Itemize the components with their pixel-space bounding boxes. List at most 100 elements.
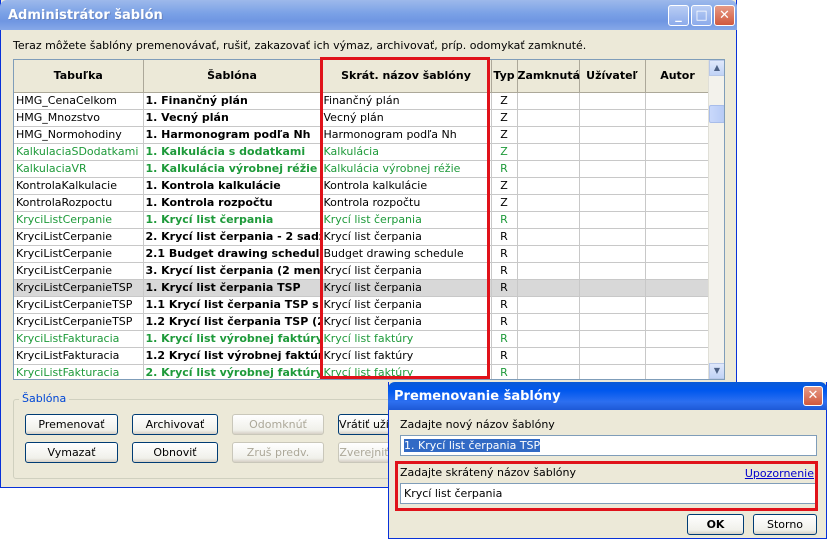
cell-short-name[interactable]: Kalkulácia bbox=[321, 143, 492, 161]
cell-autor[interactable] bbox=[645, 109, 711, 127]
scroll-thumb[interactable] bbox=[709, 105, 724, 123]
table-row[interactable]: KryciListCerpanie 2.1 Budget drawing sche… bbox=[14, 245, 711, 263]
cell-autor[interactable] bbox=[645, 262, 711, 280]
cell-short-name[interactable]: Budget drawing schedule bbox=[321, 245, 492, 263]
cell-sablona[interactable]: 1. Krycí list čerpania bbox=[143, 211, 322, 229]
col-header-typ[interactable]: Typ bbox=[491, 60, 518, 93]
cell-autor[interactable] bbox=[645, 228, 711, 246]
cell-typ[interactable]: R bbox=[491, 160, 518, 178]
dialog-title-bar[interactable]: Premenovanie šablóny ✕ bbox=[388, 382, 827, 410]
cell-zamknuta[interactable] bbox=[517, 177, 580, 195]
table-row[interactable]: KalkulaciaSDodatkami 1. Kalkulácia s doda… bbox=[14, 143, 711, 161]
cell-sablona[interactable]: 1. Finančný plán bbox=[143, 92, 322, 110]
cell-zamknuta[interactable] bbox=[517, 279, 580, 297]
table-row[interactable]: KryciListFakturacia 2. Krycí list výrobne… bbox=[14, 364, 711, 379]
table-row[interactable]: KryciListCerpanie 2. Krycí list čerpania … bbox=[14, 228, 711, 246]
col-header-zamknuta[interactable]: Zamknutá bbox=[517, 60, 580, 93]
upozornenie-link[interactable]: Upozornenie bbox=[745, 467, 814, 480]
col-header-sablona[interactable]: Šablóna bbox=[143, 60, 322, 93]
cell-uzivatel[interactable] bbox=[579, 279, 646, 297]
cell-sablona[interactable]: 1. Vecný plán bbox=[143, 109, 322, 127]
cell-uzivatel[interactable] bbox=[579, 126, 646, 144]
cell-uzivatel[interactable] bbox=[579, 347, 646, 365]
cell-typ[interactable]: R bbox=[491, 296, 518, 314]
cell-typ[interactable]: R bbox=[491, 364, 518, 379]
cell-autor[interactable] bbox=[645, 92, 711, 110]
archivovat-button[interactable]: Archivovať bbox=[132, 414, 218, 435]
cell-short-name[interactable]: Vecný plán bbox=[321, 109, 492, 127]
cell-uzivatel[interactable] bbox=[579, 245, 646, 263]
table-row[interactable]: KryciListCerpanieTSP 1.2 Krycí list čerpa… bbox=[14, 313, 711, 331]
col-header-skrat-nazov[interactable]: Skrát. názov šablóny bbox=[321, 60, 492, 93]
cell-typ[interactable]: Z bbox=[491, 126, 518, 144]
zverejnit-button[interactable]: Zverejniť bbox=[338, 442, 390, 463]
cell-autor[interactable] bbox=[645, 330, 711, 348]
cell-typ[interactable]: Z bbox=[491, 143, 518, 161]
cell-uzivatel[interactable] bbox=[579, 109, 646, 127]
cell-typ[interactable]: Z bbox=[491, 177, 518, 195]
cell-tabulka[interactable]: KryciListFakturacia bbox=[14, 347, 144, 365]
short-name-input[interactable]: Krycí list čerpania bbox=[400, 483, 817, 504]
cell-typ[interactable]: Z bbox=[491, 109, 518, 127]
cell-short-name[interactable]: Krycí list čerpania bbox=[321, 262, 492, 280]
cell-zamknuta[interactable] bbox=[517, 194, 580, 212]
cell-autor[interactable] bbox=[645, 194, 711, 212]
cell-short-name[interactable]: Kalkulácia výrobnej réžie bbox=[321, 160, 492, 178]
cell-uzivatel[interactable] bbox=[579, 262, 646, 280]
cell-typ[interactable]: Z bbox=[491, 194, 518, 212]
cell-sablona[interactable]: 1. Kalkulácia výrobnej réžie bbox=[143, 160, 322, 178]
cell-autor[interactable] bbox=[645, 126, 711, 144]
cell-typ[interactable]: R bbox=[491, 313, 518, 331]
col-header-tabulka[interactable]: Tabuľka bbox=[14, 60, 144, 93]
cell-zamknuta[interactable] bbox=[517, 313, 580, 331]
cell-tabulka[interactable]: KryciListCerpanieTSP bbox=[14, 279, 144, 297]
cell-zamknuta[interactable] bbox=[517, 330, 580, 348]
cell-sablona[interactable]: 1. Kontrola kalkulácie bbox=[143, 177, 322, 195]
cell-autor[interactable] bbox=[645, 313, 711, 331]
cell-tabulka[interactable]: KryciListCerpanieTSP bbox=[14, 313, 144, 331]
cell-uzivatel[interactable] bbox=[579, 160, 646, 178]
cell-uzivatel[interactable] bbox=[579, 143, 646, 161]
cell-short-name[interactable]: Kontrola rozpočtu bbox=[321, 194, 492, 212]
table-row[interactable]: KryciListCerpanie 3. Krycí list čerpania … bbox=[14, 262, 711, 280]
cell-tabulka[interactable]: KryciListCerpanie bbox=[14, 262, 144, 280]
cell-typ[interactable]: R bbox=[491, 330, 518, 348]
scroll-down-icon[interactable]: ▼ bbox=[709, 363, 724, 379]
cell-typ[interactable]: R bbox=[491, 228, 518, 246]
table-row[interactable]: KontrolaRozpoctu 1. Kontrola rozpočtu Kont… bbox=[14, 194, 711, 212]
cell-zamknuta[interactable] bbox=[517, 109, 580, 127]
cell-tabulka[interactable]: KryciListCerpanie bbox=[14, 211, 144, 229]
close-icon[interactable]: ✕ bbox=[714, 5, 735, 26]
cell-zamknuta[interactable] bbox=[517, 262, 580, 280]
new-name-input[interactable]: 1. Krycí list čerpania TSP bbox=[400, 435, 817, 456]
cell-uzivatel[interactable] bbox=[579, 194, 646, 212]
cell-autor[interactable] bbox=[645, 279, 711, 297]
zrus-predv-button[interactable]: Zruš predv. bbox=[232, 442, 324, 463]
cell-uzivatel[interactable] bbox=[579, 313, 646, 331]
cell-short-name[interactable]: Harmonogram podľa Nh bbox=[321, 126, 492, 144]
minimize-icon[interactable]: _ bbox=[668, 5, 689, 26]
cell-autor[interactable] bbox=[645, 211, 711, 229]
cell-tabulka[interactable]: KryciListFakturacia bbox=[14, 330, 144, 348]
main-title-bar[interactable]: Administrátor šablón _ □ ✕ bbox=[0, 0, 737, 30]
cell-zamknuta[interactable] bbox=[517, 245, 580, 263]
cell-sablona[interactable]: 1. Krycí list výrobnej faktúry bbox=[143, 330, 322, 348]
vratit-uzivatelovi-button[interactable]: Vrátiť užívateľovi bbox=[338, 414, 390, 435]
cell-zamknuta[interactable] bbox=[517, 296, 580, 314]
scroll-up-icon[interactable]: ▲ bbox=[709, 60, 724, 76]
odomknut-button[interactable]: Odomknúť bbox=[232, 414, 324, 435]
cell-zamknuta[interactable] bbox=[517, 211, 580, 229]
cell-tabulka[interactable]: KontrolaKalkulacie bbox=[14, 177, 144, 195]
cell-tabulka[interactable]: KryciListFakturacia bbox=[14, 364, 144, 379]
table-row[interactable]: KryciListCerpanieTSP 1.1 Krycí list čerpa… bbox=[14, 296, 711, 314]
cell-autor[interactable] bbox=[645, 347, 711, 365]
table-row[interactable]: HMG_Normohodiny 1. Harmonogram podľa Nh Ha… bbox=[14, 126, 711, 144]
cell-tabulka[interactable]: HMG_Mnozstvo bbox=[14, 109, 144, 127]
cell-sablona[interactable]: 1.1 Krycí list čerpania TSP s logom bbox=[143, 296, 322, 314]
cell-uzivatel[interactable] bbox=[579, 228, 646, 246]
table-row[interactable]: KontrolaKalkulacie 1. Kontrola kalkulácie… bbox=[14, 177, 711, 195]
cell-zamknuta[interactable] bbox=[517, 347, 580, 365]
cell-short-name[interactable]: Krycí list faktúry bbox=[321, 330, 492, 348]
cell-short-name[interactable]: Krycí list faktúry bbox=[321, 347, 492, 365]
cell-typ[interactable]: R bbox=[491, 211, 518, 229]
